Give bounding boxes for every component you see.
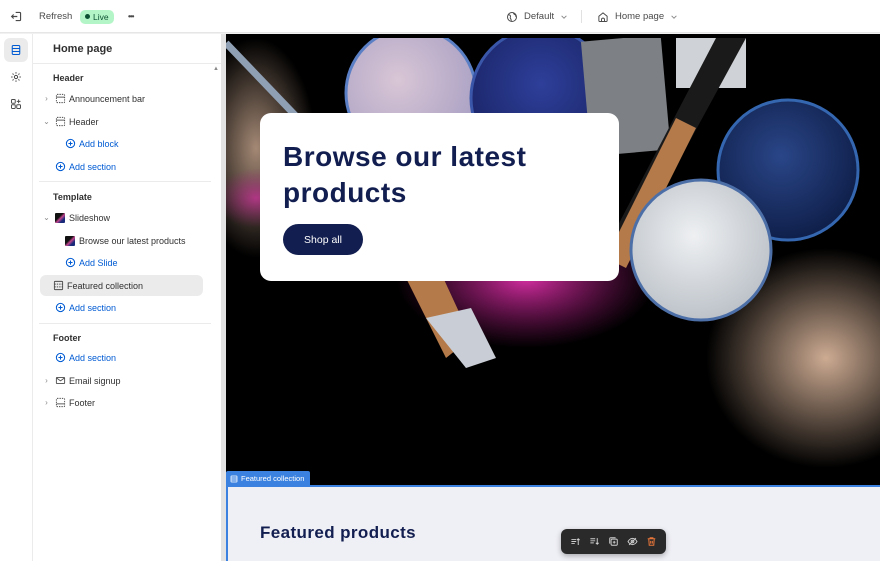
tree-item-label: Email signup <box>69 375 121 386</box>
move-down-button[interactable] <box>587 534 603 550</box>
plus-circle-icon <box>53 301 67 315</box>
apps-icon <box>11 99 21 109</box>
tree-item-slideshow[interactable]: ⌄ Slideshow <box>40 207 203 228</box>
exit-icon <box>10 11 22 22</box>
chevron-down-icon[interactable]: ⌄ <box>40 117 53 126</box>
collection-icon <box>51 279 65 293</box>
plus-circle-icon <box>53 160 67 174</box>
rail-apps-button[interactable] <box>4 92 28 116</box>
tree-item-label: Browse our latest products <box>79 235 186 246</box>
add-section-footer-button[interactable]: Add section <box>53 347 216 368</box>
tree-item-slide[interactable]: Browse our latest products <box>63 230 226 251</box>
group-label-footer: Footer <box>53 333 81 343</box>
image-thumbnail-icon <box>53 211 67 225</box>
refresh-button[interactable]: Refresh <box>39 0 72 33</box>
hide-icon <box>627 537 638 546</box>
add-section-label: Add section <box>69 352 117 363</box>
chevron-right-icon[interactable]: › <box>40 398 53 407</box>
tree-item-label: Footer <box>69 397 96 408</box>
shop-all-button[interactable]: Shop all <box>283 224 363 255</box>
chevron-down-icon <box>671 14 677 19</box>
collection-icon <box>230 475 238 482</box>
tree-item-footer[interactable]: › Footer <box>40 392 203 413</box>
hero-text-card: Browse our latest products Shop all <box>260 113 619 281</box>
tree-item-email-signup[interactable]: › Email signup <box>40 370 203 391</box>
section-icon <box>53 92 67 106</box>
group-label-template: Template <box>53 192 92 202</box>
rail-sections-button[interactable] <box>4 38 28 62</box>
add-section-label: Add section <box>69 161 117 172</box>
divider <box>39 181 211 182</box>
panel-title: Home page <box>53 43 113 55</box>
email-icon <box>53 374 67 388</box>
chevron-down-icon <box>561 14 567 19</box>
rail-settings-button[interactable] <box>4 65 28 89</box>
chevron-right-icon[interactable]: › <box>40 376 53 385</box>
add-block-button[interactable]: Add block <box>63 133 226 154</box>
section-icon <box>53 115 67 129</box>
add-section-template-button[interactable]: Add section <box>53 297 216 318</box>
scroll-up-icon[interactable]: ▲ <box>213 66 219 72</box>
tree-item-label: Featured collection <box>67 280 144 291</box>
tree-item-label: Slideshow <box>69 212 111 223</box>
move-down-icon <box>590 538 599 545</box>
chevron-right-icon[interactable]: › <box>40 94 53 103</box>
exit-button[interactable] <box>10 0 23 33</box>
selected-section-tab[interactable]: Featured collection <box>226 471 311 486</box>
featured-title: Featured products <box>260 523 417 542</box>
divider <box>39 323 211 324</box>
delete-button[interactable] <box>644 534 660 550</box>
move-up-button[interactable] <box>568 534 584 550</box>
live-label: Live <box>93 11 109 22</box>
gear-icon <box>11 72 21 82</box>
top-bar: Refresh Live ••• Default Home page <box>0 0 880 33</box>
add-section-header-button[interactable]: Add section <box>53 156 216 177</box>
tree-item-header[interactable]: ⌄ Header <box>40 111 203 132</box>
live-badge: Live <box>80 9 114 24</box>
add-slide-button[interactable]: Add Slide <box>63 252 226 273</box>
trash-icon <box>647 537 656 546</box>
tree-item-announcement-bar[interactable]: › Announcement bar <box>40 88 203 109</box>
page-label: Home page <box>615 11 665 22</box>
section-toolbar <box>561 529 666 554</box>
hero-title: Browse our latest products <box>283 141 527 208</box>
sections-panel: Home page ▲ Header › Announcement bar ⌄ … <box>33 34 221 561</box>
tree-item-label: Announcement bar <box>69 93 146 104</box>
hide-button[interactable] <box>625 534 641 550</box>
theme-label: Default <box>524 11 555 22</box>
featured-collection-section[interactable]: Featured products <box>226 485 880 561</box>
selected-section-label: Featured collection <box>241 474 305 483</box>
live-dot-icon <box>85 14 90 19</box>
more-button[interactable]: ••• <box>128 0 134 33</box>
divider <box>581 10 582 23</box>
divider <box>33 63 221 64</box>
plus-circle-icon <box>63 256 77 270</box>
more-horizontal-icon: ••• <box>128 12 134 21</box>
home-icon <box>598 11 608 22</box>
chevron-down-icon[interactable]: ⌄ <box>40 213 53 222</box>
preview-canvas: Browse our latest products Shop all Feat… <box>226 34 880 561</box>
globe-icon <box>507 11 517 22</box>
add-block-label: Add block <box>79 138 119 149</box>
add-slide-label: Add Slide <box>79 257 118 268</box>
plus-circle-icon <box>63 137 77 151</box>
image-thumbnail-icon <box>63 234 77 248</box>
add-section-label: Add section <box>69 302 117 313</box>
slideshow-hero[interactable]: Browse our latest products Shop all <box>226 38 880 484</box>
move-up-icon <box>571 538 580 545</box>
plus-circle-icon <box>53 351 67 365</box>
duplicate-icon <box>609 537 618 546</box>
live-status: Live <box>80 0 114 33</box>
sections-icon <box>11 44 21 56</box>
tree-item-label: Header <box>69 116 99 127</box>
left-rail <box>0 34 33 561</box>
tree-item-featured-collection[interactable]: Featured collection <box>40 275 203 296</box>
page-selector[interactable]: Home page <box>597 0 678 33</box>
group-label-header: Header <box>53 73 84 83</box>
theme-selector[interactable]: Default <box>506 0 568 33</box>
duplicate-button[interactable] <box>606 534 622 550</box>
footer-icon <box>53 396 67 410</box>
